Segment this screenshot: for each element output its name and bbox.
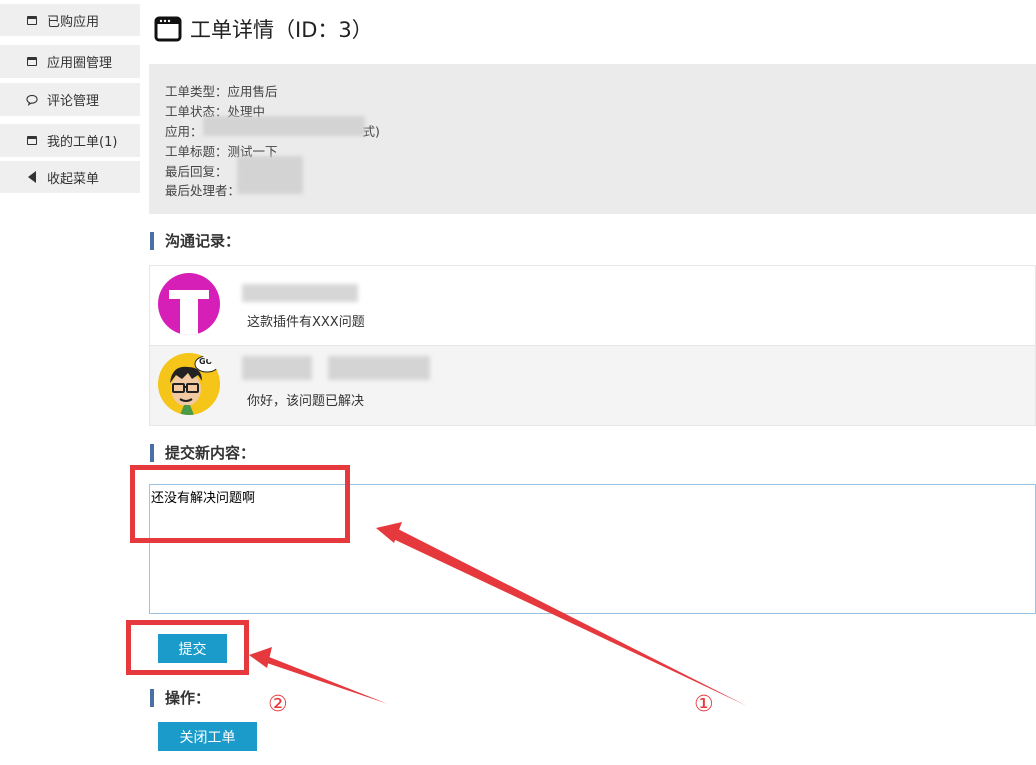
annotation-arrow-1 <box>389 527 747 706</box>
annotation-marker-2: ② <box>268 692 288 717</box>
annotation-marker-1: ① <box>694 692 714 717</box>
annotation-arrows <box>249 522 747 706</box>
annotation-arrowhead-2 <box>249 647 272 668</box>
